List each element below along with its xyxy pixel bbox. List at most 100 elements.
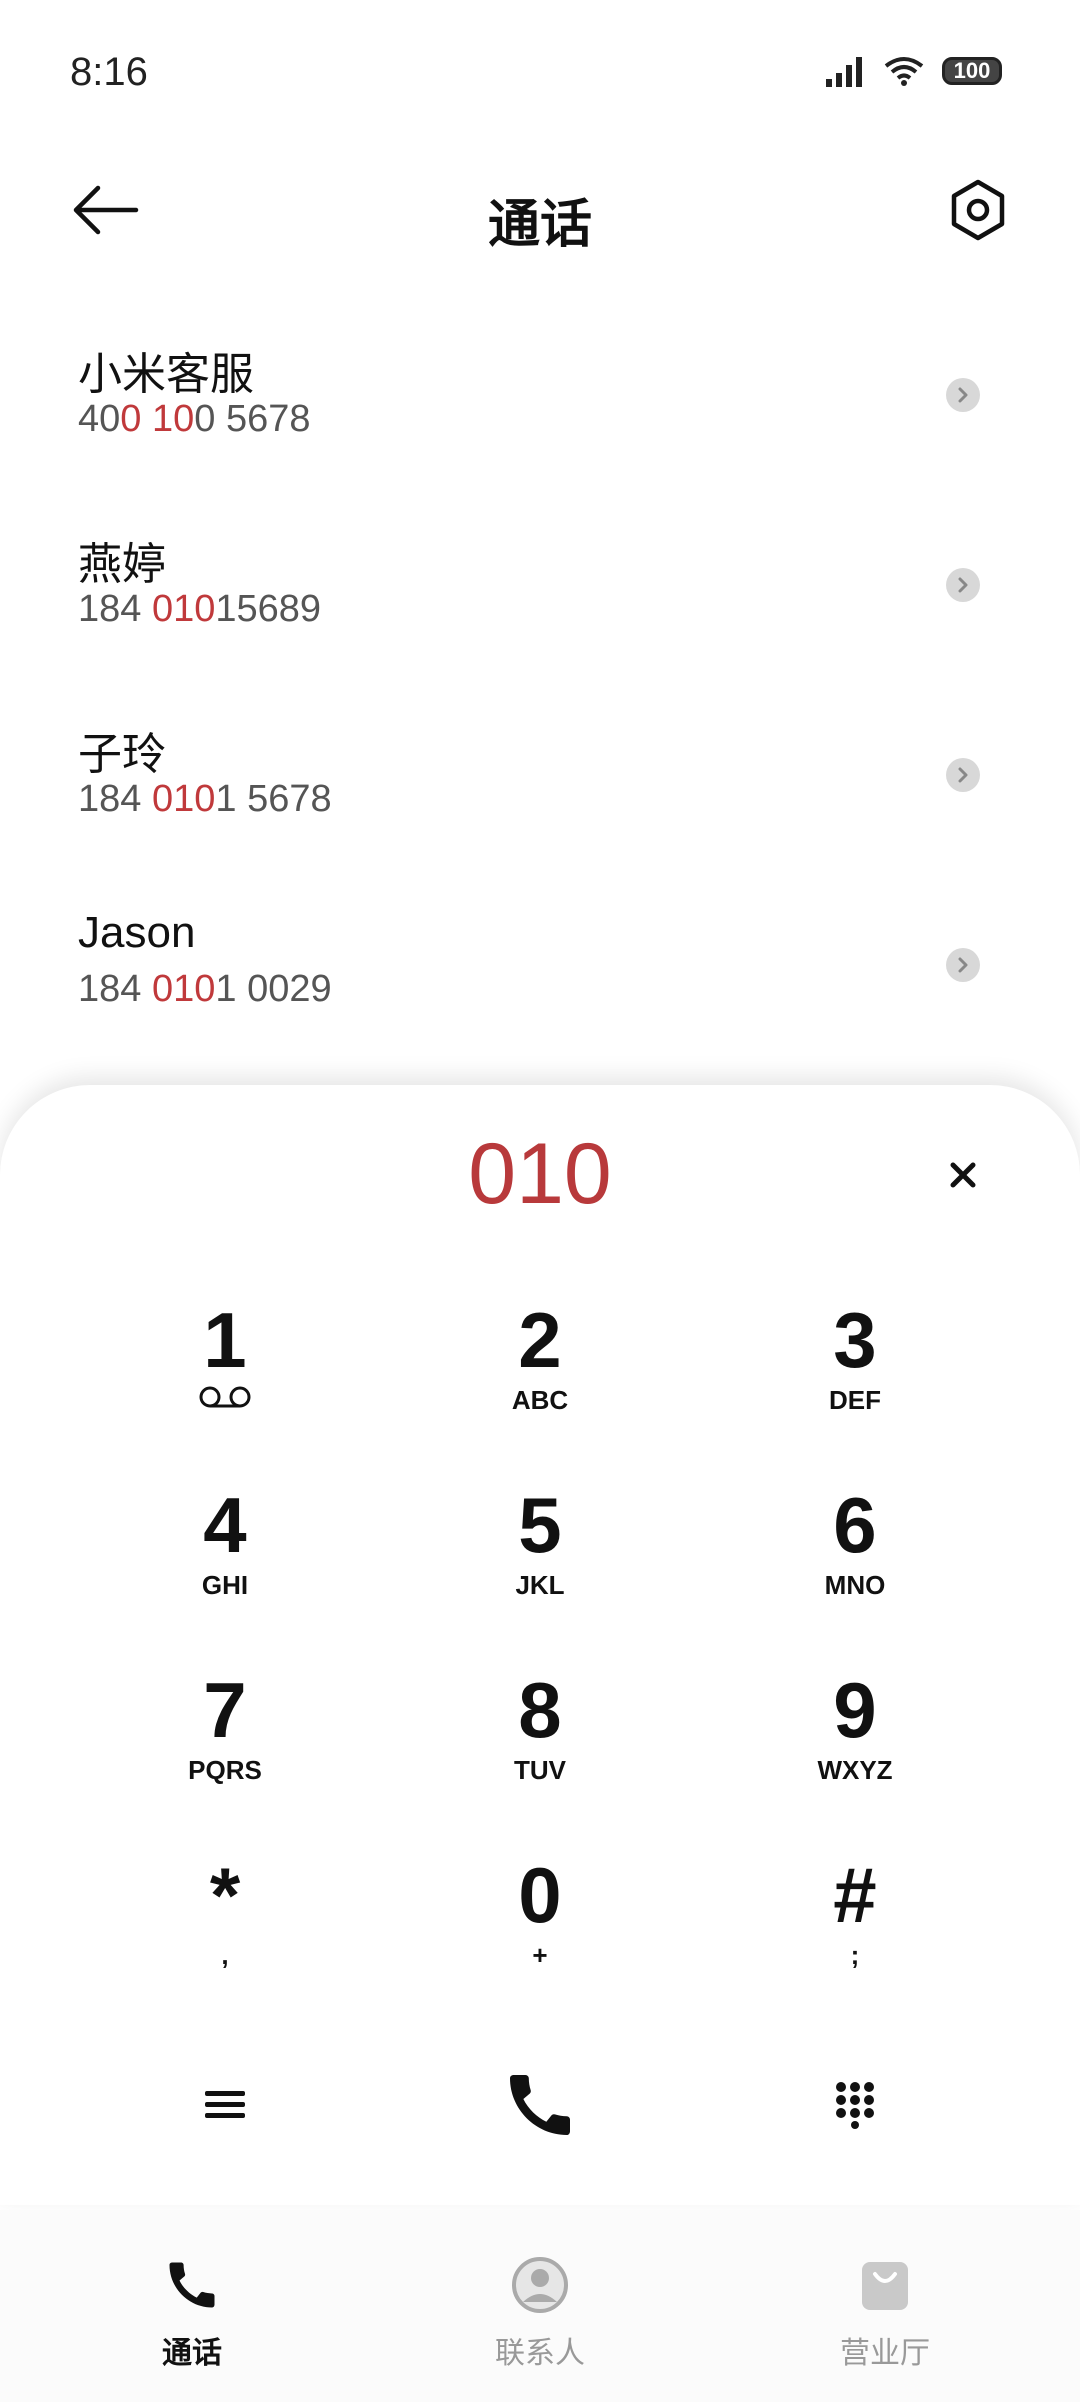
phone-call-icon bbox=[510, 2075, 570, 2135]
nav-icon-wrap bbox=[775, 2250, 995, 2320]
dialer-actions bbox=[0, 2045, 1080, 2165]
number-part: 184 bbox=[78, 778, 152, 820]
nav-tab-contacts[interactable]: 联系人 bbox=[430, 2250, 650, 2372]
show-keypad-button[interactable] bbox=[795, 2045, 915, 2165]
close-icon bbox=[950, 1162, 976, 1188]
page-title: 通话 bbox=[487, 195, 592, 255]
chevron-right-icon bbox=[958, 767, 968, 783]
settings-button[interactable] bbox=[946, 178, 1010, 242]
battery-indicator: 100 bbox=[942, 57, 1002, 85]
number-part: 15689 bbox=[215, 588, 322, 630]
contact-detail-button[interactable] bbox=[946, 758, 980, 792]
settings-hex-icon bbox=[951, 179, 1005, 241]
status-icons: 100 bbox=[826, 55, 1002, 87]
key-star[interactable]: * , bbox=[125, 1850, 325, 2000]
nav-icon-wrap bbox=[82, 2250, 302, 2320]
phone-icon bbox=[169, 2262, 215, 2308]
key-7[interactable]: 7 PQRS bbox=[125, 1665, 325, 1815]
contact-row[interactable]: Jason 184 0101 0029 bbox=[0, 870, 1080, 1060]
key-digit: 5 bbox=[518, 1481, 562, 1569]
contact-icon bbox=[512, 2257, 568, 2313]
voicemail-icon bbox=[199, 1386, 251, 1408]
key-1[interactable]: 1 bbox=[125, 1295, 325, 1445]
number-match: 0 bbox=[120, 398, 142, 440]
key-digit: 3 bbox=[833, 1296, 877, 1384]
status-time: 8:16 bbox=[70, 50, 148, 94]
key-5[interactable]: 5 JKL bbox=[440, 1480, 640, 1630]
number-match: 010 bbox=[151, 968, 216, 1010]
number-part: 184 bbox=[78, 968, 152, 1010]
key-4[interactable]: 4 GHI bbox=[125, 1480, 325, 1630]
nav-icon-wrap bbox=[430, 2250, 650, 2320]
contact-number: 184 0101 5678 bbox=[78, 778, 332, 821]
contact-row[interactable]: 小米客服 400 100 5678 bbox=[0, 300, 1080, 490]
contact-name: Jason bbox=[78, 908, 196, 957]
contact-name: 小米客服 bbox=[78, 350, 254, 399]
key-letters: DEF bbox=[829, 1385, 881, 1415]
dialer-panel: 010 1 2 ABC 3 DEF 4 GHI 5 JKL 6 MNO 7 PQ… bbox=[0, 1085, 1080, 2205]
key-digit: 7 bbox=[203, 1666, 247, 1754]
key-digit: 8 bbox=[518, 1666, 562, 1754]
signal-icon bbox=[826, 57, 862, 87]
key-letters: MNO bbox=[824, 1570, 886, 1600]
contact-name: 子玲 bbox=[78, 730, 166, 779]
contact-name: 燕婷 bbox=[78, 540, 166, 589]
nav-label: 联系人 bbox=[495, 2336, 585, 2371]
contact-row[interactable]: 子玲 184 0101 5678 bbox=[0, 680, 1080, 870]
chevron-right-icon bbox=[958, 387, 968, 403]
nav-label: 营业厅 bbox=[840, 2336, 930, 2371]
key-letters: ABC bbox=[511, 1385, 569, 1415]
clear-input-button[interactable] bbox=[938, 1150, 988, 1200]
key-6[interactable]: 6 MNO bbox=[755, 1480, 955, 1630]
contact-detail-button[interactable] bbox=[946, 948, 980, 982]
bottom-nav: 通话 联系人 营业厅 bbox=[0, 2210, 1080, 2402]
key-hash[interactable]: # ; bbox=[755, 1850, 955, 2000]
number-part: 1 5678 bbox=[215, 778, 332, 820]
nav-label: 通话 bbox=[162, 2336, 222, 2371]
key-2[interactable]: 2 ABC bbox=[440, 1295, 640, 1445]
chevron-right-icon bbox=[958, 957, 968, 973]
number-part: 0 5678 bbox=[194, 398, 311, 440]
key-9[interactable]: 9 WXYZ bbox=[755, 1665, 955, 1815]
number-part: 40 bbox=[78, 398, 121, 440]
key-digit: 6 bbox=[833, 1481, 877, 1569]
key-digit: 1 bbox=[203, 1296, 247, 1384]
number-match: 10 bbox=[151, 398, 195, 440]
battery-level: 100 bbox=[953, 58, 991, 83]
key-0[interactable]: 0 + bbox=[440, 1850, 640, 2000]
key-digit: 9 bbox=[833, 1666, 877, 1754]
number-match: 010 bbox=[151, 588, 216, 630]
contact-number: 400 100 5678 bbox=[78, 398, 311, 441]
key-letters: WXYZ bbox=[817, 1755, 893, 1785]
number-part bbox=[141, 398, 152, 440]
key-letters: GHI bbox=[201, 1570, 249, 1600]
dial-input-display[interactable]: 010 bbox=[0, 1125, 1080, 1224]
header: 通话 bbox=[0, 150, 1080, 270]
contact-number: 184 0101 0029 bbox=[78, 968, 332, 1011]
contact-detail-button[interactable] bbox=[946, 568, 980, 602]
chevron-right-icon bbox=[958, 577, 968, 593]
key-letters: JKL bbox=[515, 1570, 565, 1600]
nav-tab-store[interactable]: 营业厅 bbox=[775, 2250, 995, 2372]
number-match: 010 bbox=[151, 778, 216, 820]
contact-detail-button[interactable] bbox=[946, 378, 980, 412]
key-letters: ; bbox=[850, 1940, 860, 1970]
call-button[interactable] bbox=[480, 2045, 600, 2165]
key-letters: + bbox=[532, 1940, 548, 1970]
key-letters: PQRS bbox=[188, 1755, 262, 1785]
contact-number: 184 01015689 bbox=[78, 588, 321, 631]
contact-list: 小米客服 400 100 5678 燕婷 184 01015689 子玲 184… bbox=[0, 300, 1080, 1060]
key-digit: 2 bbox=[518, 1296, 562, 1384]
contact-row[interactable]: 燕婷 184 01015689 bbox=[0, 490, 1080, 680]
key-letters: , bbox=[221, 1940, 229, 1970]
nav-tab-calls[interactable]: 通话 bbox=[82, 2250, 302, 2372]
shop-bag-icon bbox=[862, 2262, 908, 2310]
key-digit: * bbox=[209, 1851, 241, 1939]
key-8[interactable]: 8 TUV bbox=[440, 1665, 640, 1815]
menu-icon bbox=[205, 2091, 245, 2118]
menu-button[interactable] bbox=[165, 2045, 285, 2165]
dialpad-icon bbox=[836, 2082, 874, 2129]
key-digit: 4 bbox=[203, 1481, 247, 1569]
key-3[interactable]: 3 DEF bbox=[755, 1295, 955, 1445]
wifi-icon bbox=[884, 57, 924, 86]
